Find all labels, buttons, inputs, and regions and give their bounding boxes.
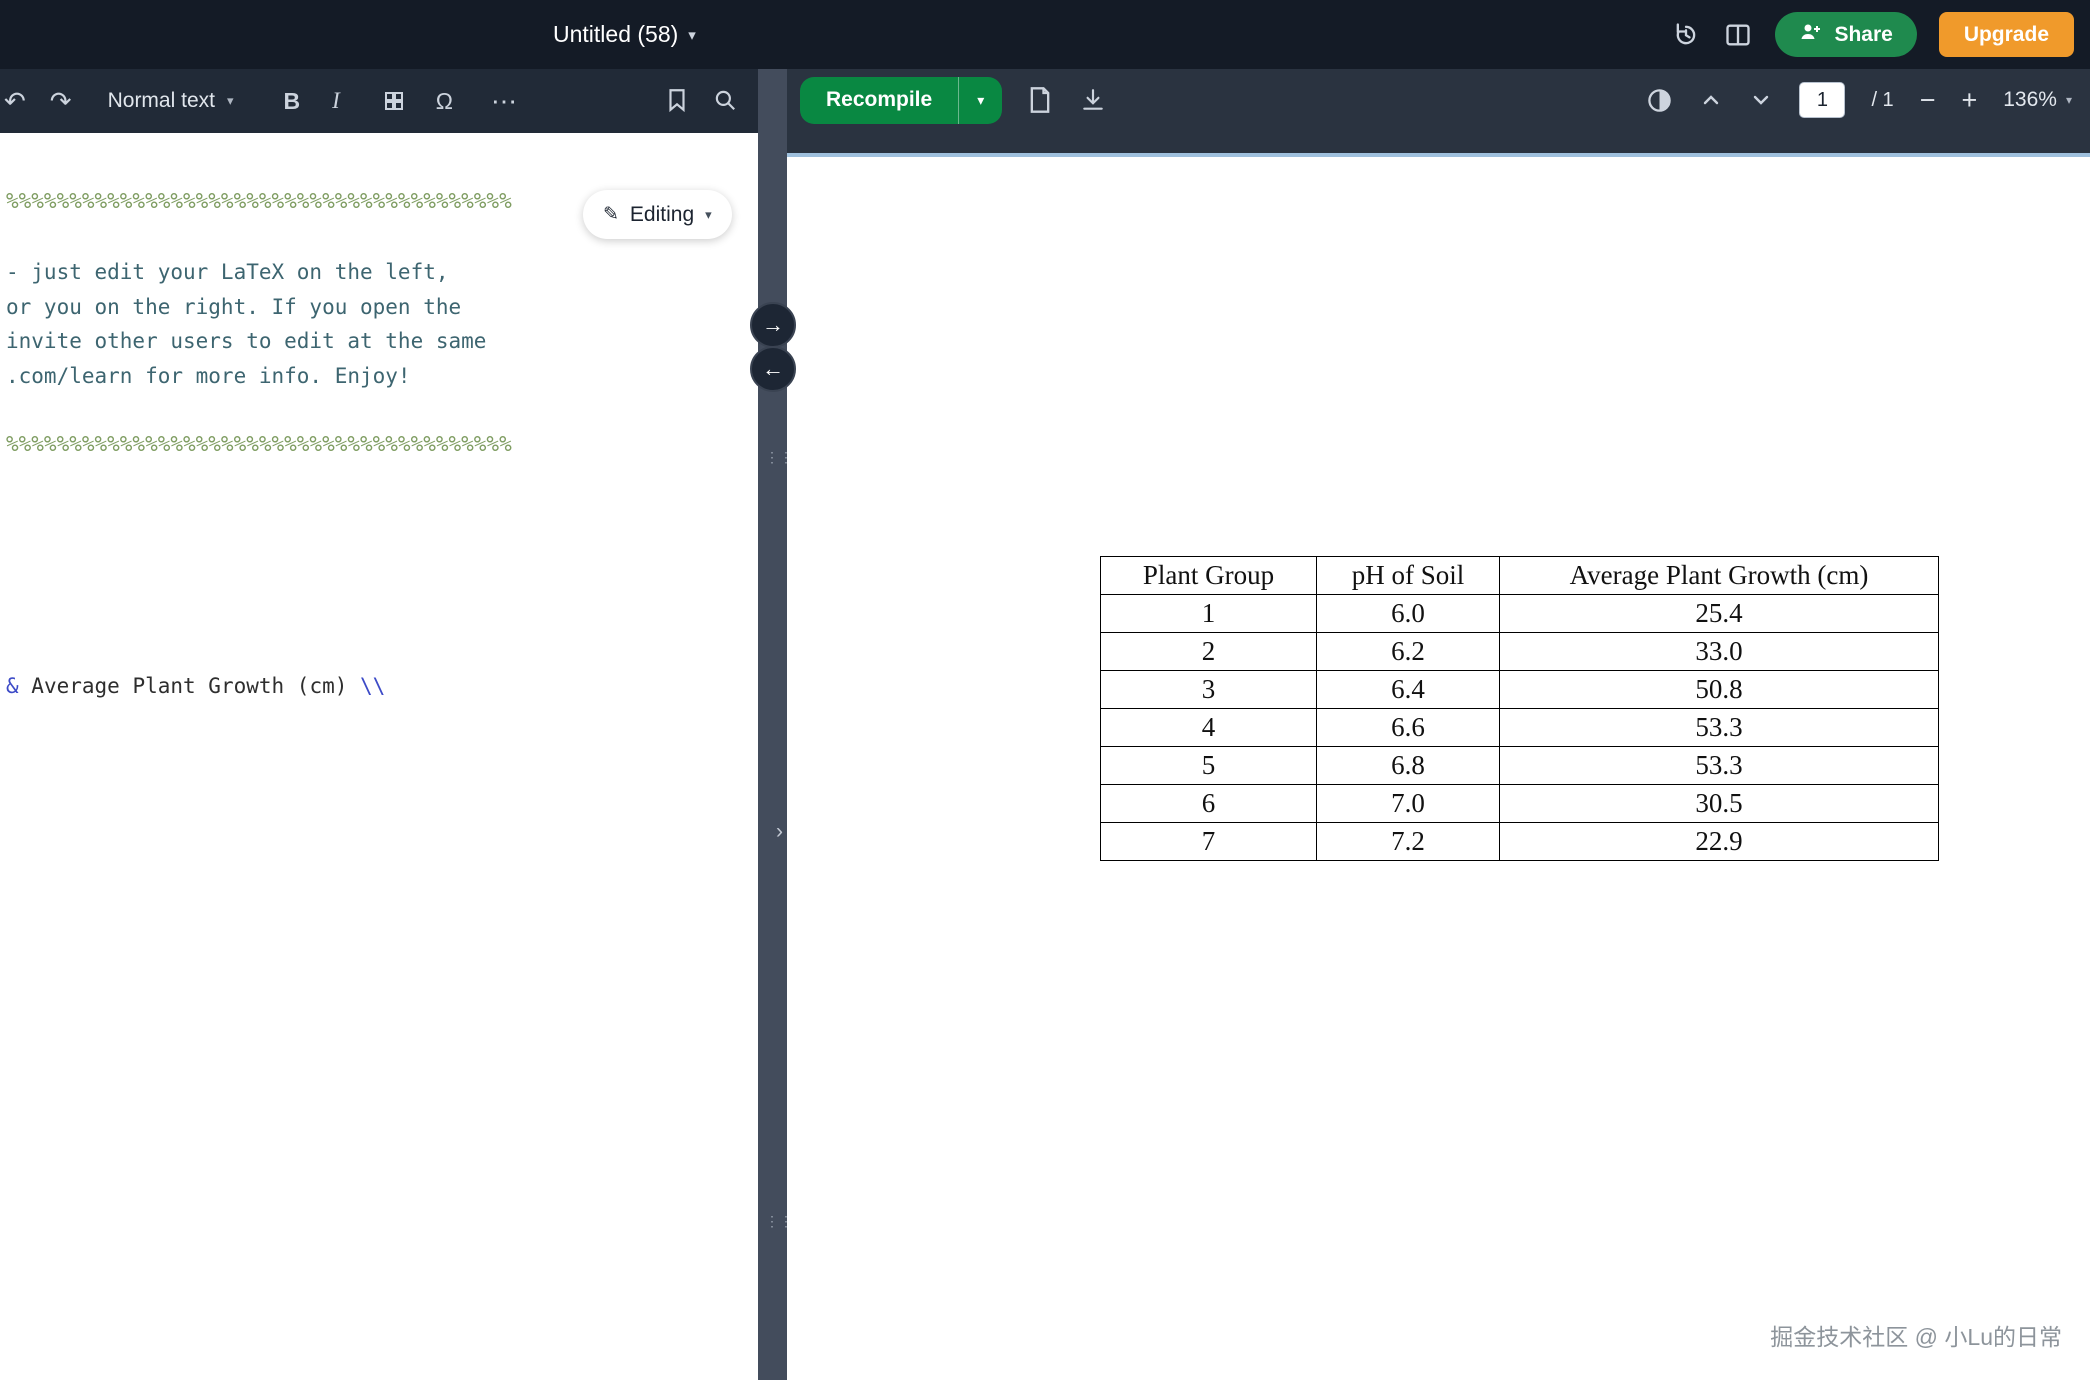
chevron-down-icon: ▾ (688, 26, 696, 44)
table-cell: 50.8 (1500, 671, 1939, 709)
recompile-split-button: Recompile ▾ (800, 77, 1002, 124)
table-cell: 2 (1101, 633, 1317, 671)
table-cell: 22.9 (1500, 823, 1939, 861)
pdf-toolbar: Recompile ▾ / 1 − + 136% ▾ (787, 69, 2090, 153)
pane-divider[interactable] (758, 69, 787, 1380)
code-line-comment[interactable]: %%%%%%%%%%%%%%%%%%%%%%%%%%%%%%%%%%%%%%%% (6, 430, 512, 458)
code-line[interactable]: .com/learn for more info. Enjoy! (6, 362, 411, 390)
table-cell: 6 (1101, 785, 1317, 823)
next-page-icon[interactable] (1749, 88, 1773, 112)
table-cell: 33.0 (1500, 633, 1939, 671)
zoom-level-label: 136% (2003, 88, 2057, 112)
latex-source-editor[interactable]: %%%%%%%%%%%%%%%%%%%%%%%%%%%%%%%%%%%%%%%%… (0, 133, 758, 1380)
paragraph-style-selector[interactable]: Normal text ▾ (108, 89, 234, 113)
recompile-options-button[interactable]: ▾ (958, 77, 1002, 124)
search-icon[interactable] (712, 87, 738, 113)
recompile-button[interactable]: Recompile (800, 77, 958, 124)
add-user-icon (1799, 20, 1823, 50)
table-cell: 3 (1101, 671, 1317, 709)
expand-left-button[interactable]: ← (750, 346, 796, 392)
table-header-cell: Plant Group (1101, 557, 1317, 595)
chevron-down-icon: ▾ (705, 207, 712, 223)
divider-drag-handle[interactable]: ⋮⋮ (765, 452, 781, 463)
zoom-level-selector[interactable]: 136% ▾ (2003, 88, 2072, 112)
bold-button[interactable]: B (283, 88, 300, 115)
code-line-latex[interactable]: & Average Plant Growth (cm) \\ (6, 672, 385, 700)
table-cell: 1 (1101, 595, 1317, 633)
table-cell: 53.3 (1500, 709, 1939, 747)
table-header-cell: Average Plant Growth (cm) (1500, 557, 1939, 595)
editing-mode-selector[interactable]: ✎ Editing ▾ (583, 190, 732, 239)
table-row: 56.853.3 (1101, 747, 1939, 785)
watermark-text: 掘金技术社区 @ 小Lu的日常 (1770, 1318, 2062, 1352)
zoom-in-button[interactable]: + (1961, 85, 1977, 116)
document-title-label: Untitled (58) (553, 21, 678, 48)
page-total-label: / 1 (1871, 89, 1893, 112)
insert-table-icon[interactable] (382, 89, 406, 113)
share-button[interactable]: Share (1775, 12, 1916, 57)
symbol-omega-icon[interactable]: Ω (436, 88, 453, 115)
pdf-table: Plant GrouppH of SoilAverage Plant Growt… (1100, 556, 1939, 861)
table-cell: 25.4 (1500, 595, 1939, 633)
document-title[interactable]: Untitled (58) ▾ (553, 0, 696, 69)
chevron-right-icon[interactable]: › (776, 820, 783, 844)
download-pdf-icon[interactable] (1080, 87, 1106, 113)
italic-button[interactable]: I (332, 88, 340, 114)
table-cell: 30.5 (1500, 785, 1939, 823)
table-header-row: Plant GrouppH of SoilAverage Plant Growt… (1101, 557, 1939, 595)
table-cell: 6.6 (1317, 709, 1500, 747)
table-cell: 7 (1101, 823, 1317, 861)
pencil-icon: ✎ (603, 203, 619, 226)
table-cell: 53.3 (1500, 747, 1939, 785)
chevron-down-icon: ▾ (227, 93, 234, 109)
code-line[interactable]: - just edit your LaTeX on the left, (6, 258, 449, 286)
table-cell: 6.0 (1317, 595, 1500, 633)
zoom-out-button[interactable]: − (1920, 85, 1936, 116)
latex-linebreak: \\ (360, 674, 385, 698)
more-tools-icon[interactable]: ⋯ (491, 86, 519, 117)
latex-text: Average Plant Growth (cm) (19, 674, 360, 698)
table-row: 16.025.4 (1101, 595, 1939, 633)
table-cell: 7.2 (1317, 823, 1500, 861)
code-line[interactable]: or you on the right. If you open the (6, 293, 461, 321)
editing-mode-label: Editing (630, 203, 694, 227)
topbar-actions: Share Upgrade (1671, 0, 2074, 69)
table-row: 46.653.3 (1101, 709, 1939, 747)
view-logs-icon[interactable] (1028, 86, 1052, 114)
table-cell: 6.4 (1317, 671, 1500, 709)
table-row: 26.233.0 (1101, 633, 1939, 671)
editor-toolbar: ↶ ↷ Normal text ▾ B I Ω ⋯ (0, 69, 758, 133)
table-cell: 5 (1101, 747, 1317, 785)
table-cell: 6.2 (1317, 633, 1500, 671)
undo-button[interactable]: ↶ (4, 86, 26, 117)
table-cell: 7.0 (1317, 785, 1500, 823)
code-line[interactable]: invite other users to edit at the same (6, 327, 486, 355)
redo-button[interactable]: ↷ (50, 86, 72, 117)
code-line-comment[interactable]: %%%%%%%%%%%%%%%%%%%%%%%%%%%%%%%%%%%%%%%% (6, 187, 512, 215)
table-cell: 6.8 (1317, 747, 1500, 785)
table-row: 77.222.9 (1101, 823, 1939, 861)
upgrade-button[interactable]: Upgrade (1939, 12, 2074, 57)
latex-ampersand: & (6, 674, 19, 698)
contrast-icon[interactable] (1646, 87, 1673, 114)
page-number-input[interactable] (1799, 82, 1845, 118)
bookmark-icon[interactable] (664, 87, 690, 113)
history-icon[interactable] (1671, 20, 1701, 50)
table-cell: 4 (1101, 709, 1317, 747)
layout-icon[interactable] (1723, 20, 1753, 50)
chevron-down-icon: ▾ (2066, 93, 2072, 107)
pane-resize-arrows: → ← (750, 302, 796, 392)
previous-page-icon[interactable] (1699, 88, 1723, 112)
divider-drag-handle[interactable]: ⋮⋮ (765, 1216, 781, 1227)
share-label: Share (1834, 23, 1892, 47)
paragraph-style-label: Normal text (108, 89, 215, 113)
table-row: 67.030.5 (1101, 785, 1939, 823)
table-header-cell: pH of Soil (1317, 557, 1500, 595)
expand-right-button[interactable]: → (750, 302, 796, 348)
table-row: 36.450.8 (1101, 671, 1939, 709)
pdf-preview[interactable]: Plant GrouppH of SoilAverage Plant Growt… (787, 157, 2090, 1380)
pdf-view-controls: / 1 − + 136% ▾ (1646, 82, 2072, 118)
top-bar: Untitled (58) ▾ Share Upgrade (0, 0, 2090, 69)
